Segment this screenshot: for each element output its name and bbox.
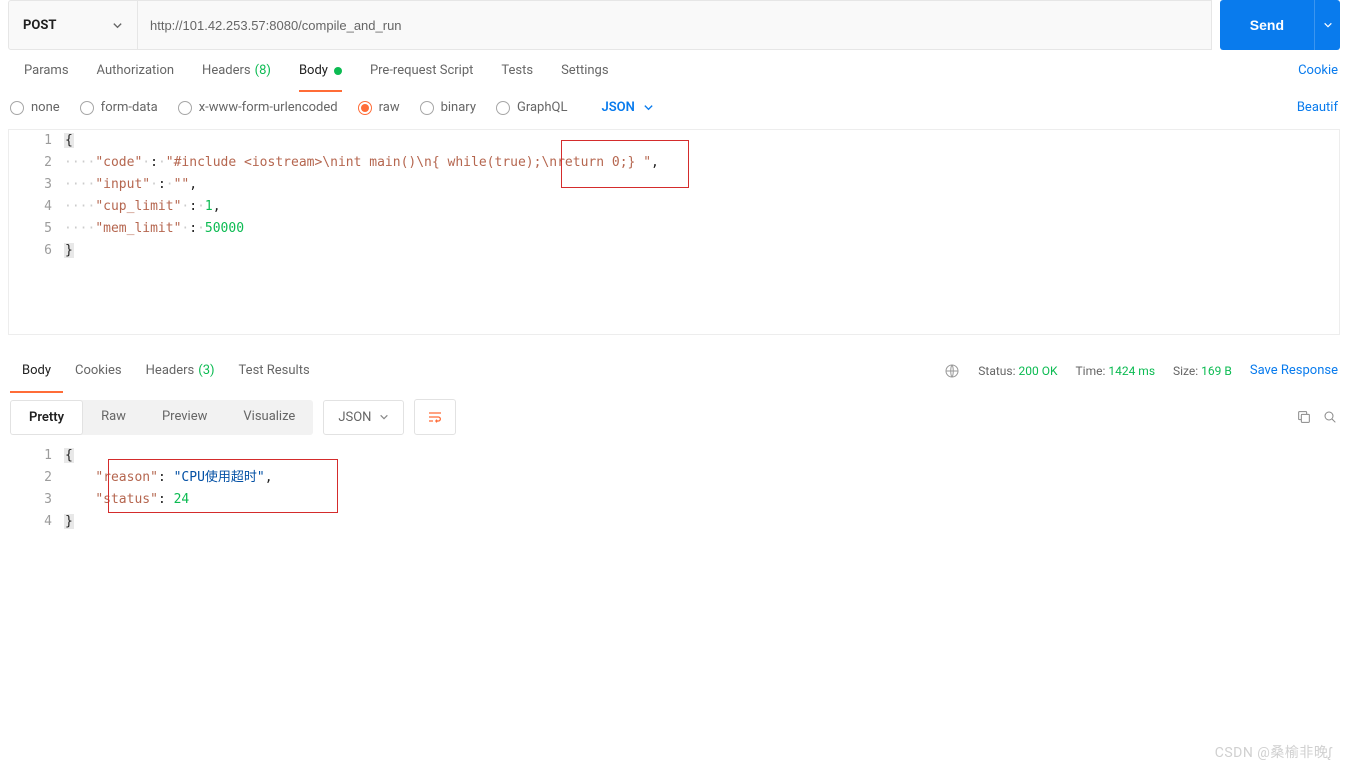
- url-input[interactable]: [138, 0, 1212, 50]
- size-block: Size: 169 B: [1173, 364, 1232, 378]
- request-body-editor[interactable]: 1{ 2····"code"·:·"#include <iostream>\ni…: [8, 129, 1340, 335]
- view-tab-raw[interactable]: Raw: [83, 400, 144, 435]
- response-body-editor[interactable]: 1{ 2 "reason": "CPU使用超时", 3 "status": 24…: [8, 445, 1340, 533]
- dot-indicator-icon: [334, 67, 342, 75]
- send-caret-button[interactable]: [1314, 0, 1340, 50]
- tab-prerequest[interactable]: Pre-request Script: [356, 50, 487, 91]
- view-tab-pretty[interactable]: Pretty: [10, 400, 83, 435]
- save-response-link[interactable]: Save Response: [1250, 363, 1338, 378]
- tab-tests[interactable]: Tests: [487, 50, 547, 91]
- chevron-down-icon: [1323, 20, 1333, 30]
- wrap-icon: [427, 409, 443, 425]
- time-block: Time: 1424 ms: [1075, 364, 1155, 378]
- radio-graphql[interactable]: GraphQL: [496, 100, 567, 115]
- view-tab-preview[interactable]: Preview: [144, 400, 225, 435]
- response-format-select[interactable]: JSON: [323, 400, 404, 435]
- tab-authorization[interactable]: Authorization: [83, 50, 189, 91]
- tab-resp-body[interactable]: Body: [10, 348, 63, 393]
- tab-body[interactable]: Body: [285, 50, 356, 91]
- wrap-toggle-button[interactable]: [414, 399, 456, 435]
- tab-resp-test-results[interactable]: Test Results: [227, 348, 322, 393]
- radio-urlencoded[interactable]: x-www-form-urlencoded: [178, 100, 338, 115]
- radio-none[interactable]: none: [10, 100, 60, 115]
- radio-raw[interactable]: raw: [358, 100, 400, 115]
- view-tabs-row: Pretty Raw Preview Visualize JSON: [0, 393, 1348, 441]
- copy-icon[interactable]: [1296, 409, 1312, 425]
- send-button[interactable]: Send: [1220, 0, 1314, 50]
- status-block: Status: 200 OK: [978, 364, 1057, 378]
- body-type-row: none form-data x-www-form-urlencoded raw…: [0, 92, 1348, 129]
- tab-headers[interactable]: Headers (8): [188, 50, 285, 91]
- beautify-link[interactable]: Beautif: [1297, 100, 1338, 115]
- tab-resp-cookies[interactable]: Cookies: [63, 348, 134, 393]
- method-select[interactable]: POST: [8, 0, 138, 50]
- request-tabs: Params Authorization Headers (8) Body Pr…: [0, 50, 1348, 92]
- tab-settings[interactable]: Settings: [547, 50, 622, 91]
- chevron-down-icon: [112, 20, 123, 31]
- resp-headers-count: (3): [198, 363, 214, 378]
- response-tabs: Body Cookies Headers (3) Test Results St…: [0, 347, 1348, 393]
- tab-resp-headers[interactable]: Headers (3): [134, 348, 227, 393]
- chevron-down-icon: [379, 412, 389, 422]
- view-tab-visualize[interactable]: Visualize: [225, 400, 313, 435]
- tab-params[interactable]: Params: [10, 50, 83, 91]
- cookies-link[interactable]: Cookie: [1298, 63, 1338, 78]
- method-value: POST: [23, 18, 56, 33]
- globe-icon: [944, 363, 960, 379]
- watermark: CSDN @桑榆非晚ᶘ: [1215, 742, 1332, 762]
- search-icon[interactable]: [1322, 409, 1338, 425]
- chevron-down-icon: [643, 102, 654, 113]
- radio-binary[interactable]: binary: [420, 100, 476, 115]
- body-format-select[interactable]: JSON: [601, 100, 653, 115]
- radio-formdata[interactable]: form-data: [80, 100, 158, 115]
- headers-count: (8): [255, 63, 271, 78]
